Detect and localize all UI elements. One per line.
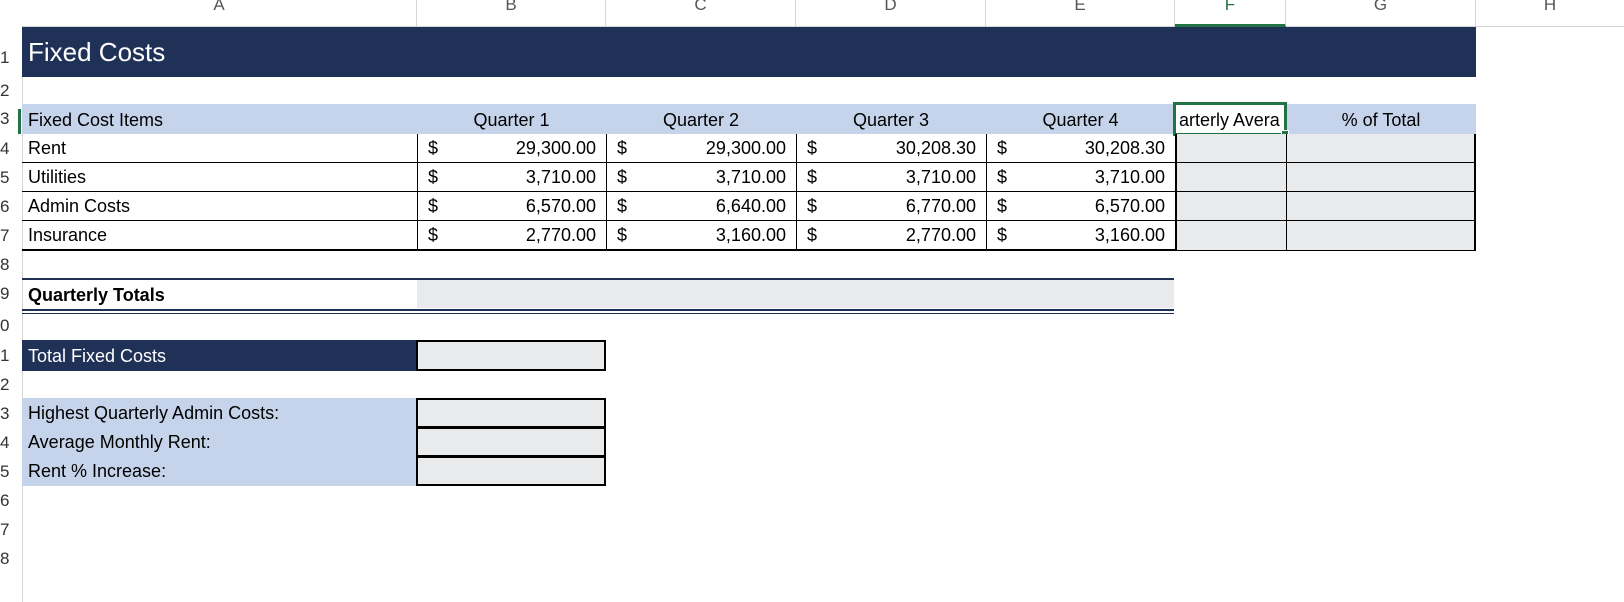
column-header-e[interactable]: E bbox=[986, 0, 1175, 27]
row-header[interactable]: 6 bbox=[0, 197, 21, 217]
average-monthly-rent-label[interactable]: Average Monthly Rent: bbox=[22, 427, 417, 456]
cell-insurance-q1[interactable]: $2,770.00 bbox=[417, 221, 606, 250]
cell-utilities-q1[interactable]: $3,710.00 bbox=[417, 163, 606, 192]
highest-admin-costs-value[interactable] bbox=[416, 398, 606, 428]
item-label-admin-costs[interactable]: Admin Costs bbox=[22, 192, 417, 221]
sheet-title[interactable]: Fixed Costs bbox=[22, 27, 1476, 77]
cell-insurance-q2[interactable]: $3,160.00 bbox=[606, 221, 796, 250]
header-quarter-1[interactable]: Quarter 1 bbox=[417, 104, 606, 134]
row-header[interactable]: 1 bbox=[0, 48, 21, 68]
column-header-a[interactable]: A bbox=[22, 0, 417, 27]
cell-utilities-percent[interactable] bbox=[1286, 163, 1476, 192]
cell-admin-q1[interactable]: $6,570.00 bbox=[417, 192, 606, 221]
row-header[interactable]: 1 bbox=[0, 346, 21, 366]
rent-increase-value[interactable] bbox=[416, 456, 606, 486]
quarterly-totals-label[interactable]: Quarterly Totals bbox=[22, 280, 417, 308]
header-quarter-4[interactable]: Quarter 4 bbox=[986, 104, 1175, 134]
cell-utilities-q2[interactable]: $3,710.00 bbox=[606, 163, 796, 192]
row-header[interactable]: 5 bbox=[0, 168, 21, 188]
cell-utilities-q3[interactable]: $3,710.00 bbox=[796, 163, 986, 192]
cell-rent-q4[interactable]: $30,208.30 bbox=[986, 134, 1175, 163]
header-percent-of-total[interactable]: % of Total bbox=[1286, 104, 1476, 134]
row-header[interactable]: 7 bbox=[0, 520, 21, 540]
header-quarter-3[interactable]: Quarter 3 bbox=[796, 104, 986, 134]
row-header[interactable]: 3 bbox=[0, 109, 21, 134]
column-header-h[interactable]: H bbox=[1476, 0, 1624, 27]
row-header[interactable]: 7 bbox=[0, 226, 21, 246]
active-cell-quarterly-average[interactable]: arterly Avera bbox=[1173, 102, 1287, 136]
row-header[interactable]: 4 bbox=[0, 139, 21, 159]
item-label-rent[interactable]: Rent bbox=[22, 134, 417, 163]
row-header[interactable]: 0 bbox=[0, 316, 21, 336]
header-quarter-2[interactable]: Quarter 2 bbox=[606, 104, 796, 134]
cell-insurance-percent[interactable] bbox=[1286, 221, 1476, 250]
total-fixed-costs-value[interactable] bbox=[416, 340, 606, 371]
cell-admin-q4[interactable]: $6,570.00 bbox=[986, 192, 1175, 221]
cell-admin-q3[interactable]: $6,770.00 bbox=[796, 192, 986, 221]
column-header-b[interactable]: B bbox=[417, 0, 606, 27]
row-header[interactable]: 3 bbox=[0, 404, 21, 424]
item-label-utilities[interactable]: Utilities bbox=[22, 163, 417, 192]
row-header[interactable]: 5 bbox=[0, 462, 21, 482]
header-fixed-cost-items[interactable]: Fixed Cost Items bbox=[22, 104, 417, 134]
total-fixed-costs-label[interactable]: Total Fixed Costs bbox=[22, 340, 417, 371]
row-header[interactable]: 9 bbox=[0, 284, 21, 304]
cell-insurance-q3[interactable]: $2,770.00 bbox=[796, 221, 986, 250]
cell-utilities-average[interactable] bbox=[1175, 163, 1286, 192]
column-header-f[interactable]: F bbox=[1175, 0, 1286, 27]
cell-admin-percent[interactable] bbox=[1286, 192, 1476, 221]
cell-admin-average[interactable] bbox=[1175, 192, 1286, 221]
cell-rent-average[interactable] bbox=[1175, 134, 1286, 163]
cell-rent-percent[interactable] bbox=[1286, 134, 1476, 163]
cell-admin-q2[interactable]: $6,640.00 bbox=[606, 192, 796, 221]
totals-double-border-1 bbox=[22, 309, 1174, 311]
row-header[interactable]: 4 bbox=[0, 433, 21, 453]
item-label-insurance[interactable]: Insurance bbox=[22, 221, 417, 250]
highest-admin-costs-label[interactable]: Highest Quarterly Admin Costs: bbox=[22, 398, 417, 427]
quarterly-totals-values[interactable] bbox=[417, 280, 1174, 308]
cell-insurance-q4[interactable]: $3,160.00 bbox=[986, 221, 1175, 250]
column-header-g[interactable]: G bbox=[1286, 0, 1476, 27]
totals-double-border-2 bbox=[22, 313, 1174, 314]
cell-rent-q3[interactable]: $30,208.30 bbox=[796, 134, 986, 163]
row-header[interactable]: 2 bbox=[0, 81, 21, 101]
average-monthly-rent-value[interactable] bbox=[416, 427, 606, 457]
row-header[interactable]: 8 bbox=[0, 549, 21, 569]
cell-rent-q1[interactable]: $29,300.00 bbox=[417, 134, 606, 163]
row-header[interactable]: 8 bbox=[0, 255, 21, 275]
column-header-d[interactable]: D bbox=[796, 0, 986, 27]
row-header[interactable]: 2 bbox=[0, 375, 21, 395]
column-header-c[interactable]: C bbox=[606, 0, 796, 27]
rent-increase-label[interactable]: Rent % Increase: bbox=[22, 456, 417, 485]
cell-utilities-q4[interactable]: $3,710.00 bbox=[986, 163, 1175, 192]
cell-insurance-average[interactable] bbox=[1175, 221, 1286, 250]
row-header[interactable]: 6 bbox=[0, 491, 21, 511]
cell-rent-q2[interactable]: $29,300.00 bbox=[606, 134, 796, 163]
